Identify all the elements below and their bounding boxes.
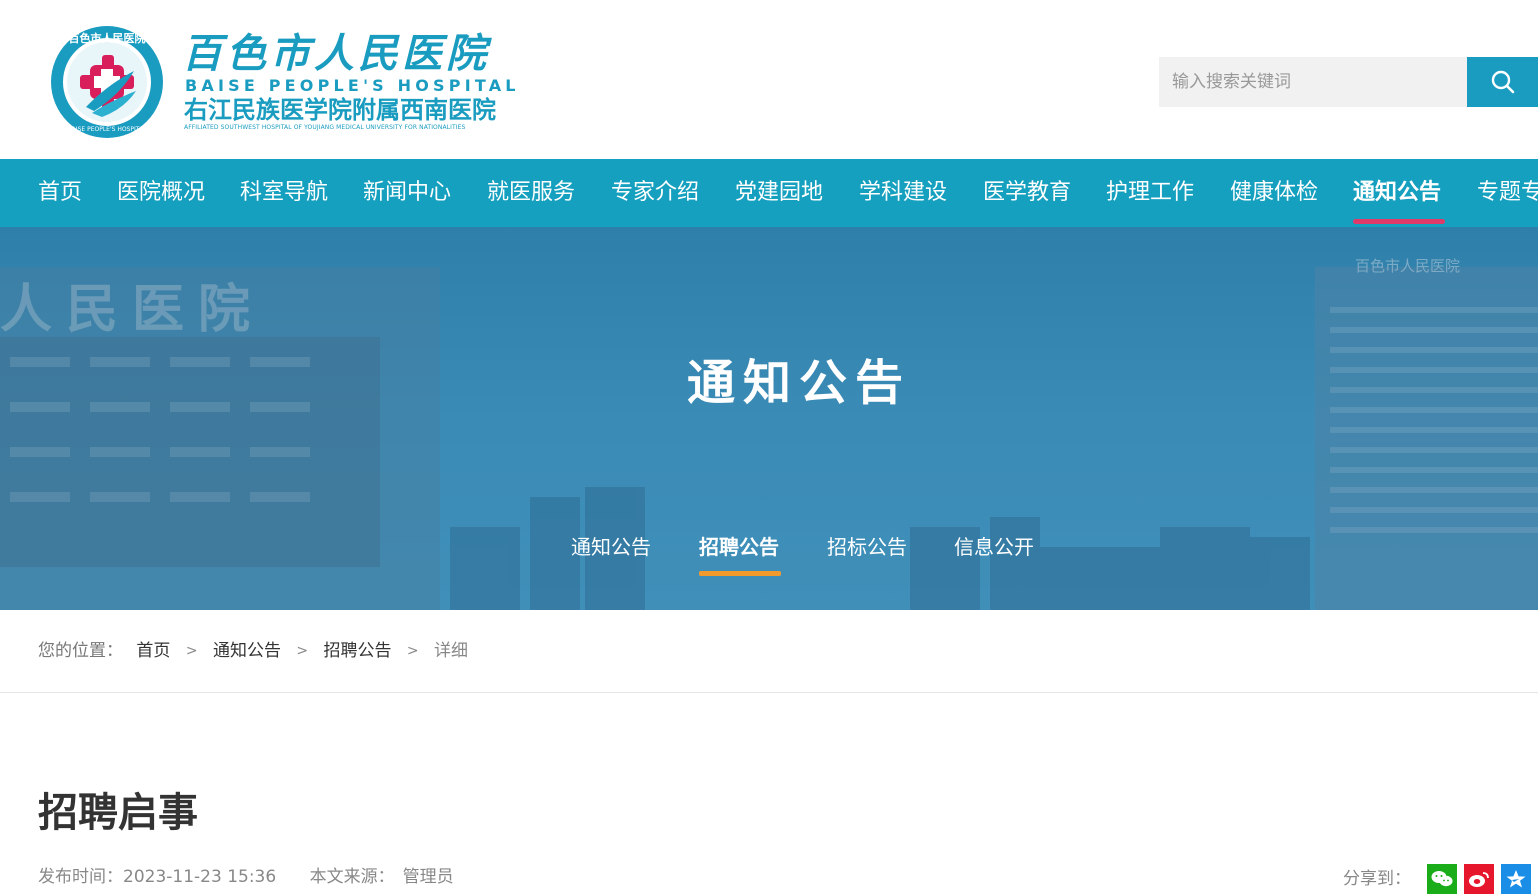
qzone-icon xyxy=(1506,870,1526,888)
logo-affiliation: 右江民族医学院附属西南医院 xyxy=(184,96,496,124)
share-label: 分享到： xyxy=(1343,869,1411,889)
nav-item-departments[interactable]: 科室导航 xyxy=(240,159,328,227)
article-source: 本文来源： 管理员 xyxy=(310,867,468,887)
logo-cn-name: 百色市人民医院 xyxy=(182,30,490,77)
subnav-tenders[interactable]: 招标公告 xyxy=(827,527,907,567)
chevron-right-icon: > xyxy=(406,643,419,659)
nav-item-checkup[interactable]: 健康体检 xyxy=(1230,159,1318,227)
source-value: 管理员 xyxy=(402,867,454,887)
publish-label: 发布时间： xyxy=(38,867,123,887)
nav-item-overview[interactable]: 医院概况 xyxy=(117,159,205,227)
page-banner: 人民医院 百色市人民医院 通知公告 通知公告 招聘公告 招标公告 信息公开 xyxy=(0,227,1538,610)
nav-item-party[interactable]: 党建园地 xyxy=(735,159,823,227)
building-sign-right: 百色市人民医院 xyxy=(1355,257,1460,275)
nav-item-experts[interactable]: 专家介绍 xyxy=(611,159,699,227)
wechat-icon xyxy=(1431,871,1453,887)
emblem-ring-text: 百色市人民医院 xyxy=(69,31,146,45)
source-label: 本文来源： xyxy=(309,867,395,887)
share-weibo-button[interactable] xyxy=(1464,864,1494,894)
nav-item-disciplines[interactable]: 学科建设 xyxy=(859,159,947,227)
share-qzone-button[interactable] xyxy=(1501,864,1531,894)
hospital-logo-text[interactable]: 百色市人民医院 BAISE PEOPLE'S HOSPITAL 右江民族医学院附… xyxy=(182,30,522,135)
publish-value: 2023-11-23 15:36 xyxy=(123,867,277,887)
nav-item-topics[interactable]: 专题专栏 xyxy=(1477,159,1538,227)
weibo-icon xyxy=(1469,872,1489,887)
nav-item-education[interactable]: 医学教育 xyxy=(983,159,1071,227)
search-input[interactable] xyxy=(1159,57,1467,107)
banner-title: 通知公告 xyxy=(686,355,911,411)
share-wechat-button[interactable] xyxy=(1427,864,1457,894)
site-header: 百色市人民医院 BAISE PEOPLE'S HOSPITAL 百色市人民医院 … xyxy=(0,0,1538,159)
chevron-right-icon: > xyxy=(296,643,309,659)
publish-time: 发布时间：2023-11-23 15:36 xyxy=(38,867,290,887)
breadcrumb-notices[interactable]: 通知公告 xyxy=(213,610,281,692)
breadcrumb: 您的位置： 首页 > 通知公告 > 招聘公告 > 详细 xyxy=(38,610,468,692)
breadcrumb-recruitment[interactable]: 招聘公告 xyxy=(324,610,392,692)
chevron-right-icon: > xyxy=(185,643,198,659)
nav-active-indicator xyxy=(1353,219,1445,224)
building-sign-left: 人民医院 xyxy=(0,280,264,340)
article-title: 招聘启事 xyxy=(38,790,198,836)
search-icon xyxy=(1491,70,1514,94)
logo-affiliation-en: AFFILIATED SOUTHWEST HOSPITAL OF YOUJIAN… xyxy=(184,124,466,131)
search-button[interactable] xyxy=(1467,57,1538,107)
nav-item-nursing[interactable]: 护理工作 xyxy=(1106,159,1194,227)
breadcrumb-home[interactable]: 首页 xyxy=(136,610,170,692)
subnav-disclosure[interactable]: 信息公开 xyxy=(954,527,1034,567)
subnav-active-indicator xyxy=(699,571,781,576)
subnav-notices[interactable]: 通知公告 xyxy=(571,527,651,567)
breadcrumb-current: 详细 xyxy=(434,641,469,661)
nav-item-notices[interactable]: 通知公告 xyxy=(1353,159,1441,227)
nav-item-news[interactable]: 新闻中心 xyxy=(363,159,451,227)
article-meta: 发布时间：2023-11-23 15:36 本文来源： 管理员 xyxy=(38,864,482,890)
hospital-emblem-icon[interactable]: 百色市人民医院 BAISE PEOPLE'S HOSPITAL xyxy=(50,25,164,139)
main-nav: 首页 医院概况 科室导航 新闻中心 就医服务 专家介绍 党建园地 学科建设 医学… xyxy=(0,159,1538,227)
nav-item-home[interactable]: 首页 xyxy=(38,159,82,227)
breadcrumb-prefix: 您的位置： xyxy=(38,641,123,661)
emblem-ring-en: BAISE PEOPLE'S HOSPITAL xyxy=(68,126,147,133)
subnav-recruitment[interactable]: 招聘公告 xyxy=(699,527,779,567)
section-divider xyxy=(0,692,1538,693)
nav-item-services[interactable]: 就医服务 xyxy=(487,159,575,227)
logo-en-name: BAISE PEOPLE'S HOSPITAL xyxy=(185,76,520,95)
